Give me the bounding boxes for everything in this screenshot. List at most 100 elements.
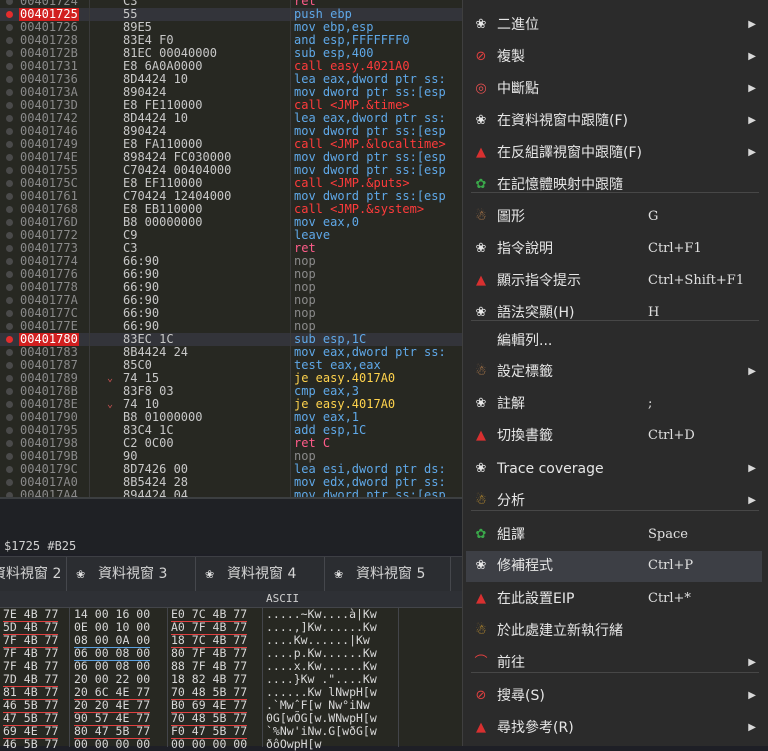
tab-label: 資料視窗 3 xyxy=(98,566,168,582)
menu-item-copy[interactable]: ⊘ 複製 ▶ xyxy=(466,42,762,73)
menu-item-binary[interactable]: ❀ 二進位 ▶ xyxy=(466,10,762,41)
trace-icon: ❀ xyxy=(475,461,487,476)
menu-item-graph[interactable]: ☃ 圖形 G xyxy=(466,202,762,233)
menu-item-instruction-help[interactable]: ❀ 指令說明 Ctrl+F1 xyxy=(466,234,762,265)
breakpoint-toggle[interactable] xyxy=(6,167,13,174)
menu-item-edit-row[interactable]: 編輯列... xyxy=(466,326,762,357)
menu-item-comment[interactable]: ❀ 註解; xyxy=(466,389,762,420)
menu-item-shortcut: Ctrl+* xyxy=(648,591,691,606)
breakpoint-toggle[interactable] xyxy=(6,323,13,330)
dump-icon: ❀ xyxy=(76,568,86,581)
column-divider xyxy=(290,0,291,497)
breakpoint-toggle[interactable] xyxy=(6,232,13,239)
menu-item-references[interactable]: ▲ 尋找參考(R) ▶ xyxy=(466,713,762,744)
dump-row[interactable]: 46 5B 77 00 00 00 00 00 00 00 00 ðôOwpH[w xyxy=(0,738,462,751)
breakpoint-toggle[interactable] xyxy=(6,50,13,57)
submenu-arrow-icon: ▶ xyxy=(748,657,756,668)
breakpoint-toggle[interactable] xyxy=(6,310,13,317)
jump-arrow-icon: ⌄ xyxy=(107,399,114,410)
tab-dump-5[interactable]: ❀ 資料視窗 5 xyxy=(324,557,451,591)
graph-icon: ☃ xyxy=(475,209,487,224)
breakpoint-toggle[interactable] xyxy=(6,349,13,356)
breakpoint-toggle[interactable] xyxy=(6,154,13,161)
disassembly-view[interactable]: 00401724 C3 ret 00401725 55 push ebp 00401726 8… xyxy=(0,0,462,497)
breakpoint-toggle[interactable] xyxy=(6,180,13,187)
breakpoint-toggle[interactable] xyxy=(6,141,13,148)
submenu-arrow-icon: ▶ xyxy=(748,83,756,94)
breakpoint-toggle[interactable] xyxy=(6,401,13,408)
breakpoint-toggle[interactable] xyxy=(6,388,13,395)
menu-item-assemble[interactable]: ✿ 組譯 Space xyxy=(466,520,762,551)
menu-item-label: 中斷點 xyxy=(497,81,539,97)
set-eip-icon: ▲ xyxy=(476,591,486,606)
breakpoint-toggle[interactable] xyxy=(6,76,13,83)
tab-label: 資料視窗 5 xyxy=(356,566,426,582)
disasm-row[interactable]: 004017A4 894424 04 mov dword ptr ss:[esp xyxy=(0,489,462,497)
copy-icon: ⊘ xyxy=(475,49,487,64)
references-icon: ▲ xyxy=(476,720,486,735)
menu-item-memory-map[interactable]: ✿ 在記憶體映射中跟隨 xyxy=(466,170,762,201)
menu-item-search[interactable]: ⊘ 搜尋(S) ▶ xyxy=(466,681,762,712)
menu-item-set-eip[interactable]: ▲ 在此設置EIP Ctrl+* xyxy=(466,584,762,615)
breakpoint-toggle[interactable] xyxy=(6,466,13,473)
breakpoint-toggle[interactable] xyxy=(6,427,13,434)
tab-dump-3[interactable]: ❀ 資料視窗 3 xyxy=(66,557,196,591)
tab-dump-4[interactable]: ❀ 資料視窗 4 xyxy=(195,557,325,591)
breakpoint-toggle[interactable] xyxy=(6,206,13,213)
breakpoint-toggle[interactable] xyxy=(6,89,13,96)
breakpoint-toggle[interactable] xyxy=(6,362,13,369)
breakpoint-toggle[interactable] xyxy=(6,245,13,252)
bookmark-icon: ▲ xyxy=(476,428,486,443)
menu-item-patch[interactable]: ❀ 修補程式 Ctrl+P xyxy=(466,551,762,582)
breakpoint-toggle[interactable] xyxy=(6,479,13,486)
breakpoint-toggle[interactable] xyxy=(6,375,13,382)
menu-item-highlight[interactable]: ❀ 語法突顯(H) H xyxy=(466,298,762,329)
breakpoint-marker[interactable] xyxy=(6,11,13,18)
breakpoint-toggle[interactable] xyxy=(6,297,13,304)
menu-item-label: 組譯 xyxy=(497,527,525,543)
menu-item-follow-disasm[interactable]: ▲ 在反組譯視窗中跟隨(F) ▶ xyxy=(466,138,762,169)
breakpoint-toggle[interactable] xyxy=(6,258,13,265)
breakpoint-toggle[interactable] xyxy=(6,24,13,31)
breakpoint-marker[interactable] xyxy=(6,336,13,343)
breakpoint-toggle[interactable] xyxy=(6,115,13,122)
menu-item-trace[interactable]: ❀ Trace coverage ▶ xyxy=(466,454,762,485)
search-icon: ⊘ xyxy=(475,688,487,703)
tab-dump-2[interactable]: 資料視窗 2 xyxy=(0,557,67,591)
submenu-arrow-icon: ▶ xyxy=(748,463,756,474)
dump-view[interactable]: ASCII 7E 4B 77 14 00 16 00 E0 7C 4B 77....… xyxy=(0,591,462,751)
breakpoint-toggle[interactable] xyxy=(6,37,13,44)
breakpoint-toggle[interactable] xyxy=(6,219,13,226)
menu-item-label: 指令說明 xyxy=(497,241,553,257)
breakpoint-toggle[interactable] xyxy=(6,271,13,278)
menu-item-new-thread[interactable]: ☃ 於此處建立新執行緒 xyxy=(466,616,762,647)
dump-hex-cell: 00 00 00 00 xyxy=(171,737,248,751)
menu-item-label: 在此設置EIP xyxy=(497,591,575,607)
new-thread-icon: ☃ xyxy=(475,623,487,638)
breakpoint-toggle[interactable] xyxy=(6,63,13,70)
address-cell: 004017A4 xyxy=(20,488,78,498)
menu-item-label[interactable]: ☃ 設定標籤 ▶ xyxy=(466,357,762,388)
breakpoint-toggle[interactable] xyxy=(6,284,13,291)
breakpoint-toggle[interactable] xyxy=(6,453,13,460)
breakpoint-toggle[interactable] xyxy=(6,193,13,200)
menu-item-label: 複製 xyxy=(497,49,525,65)
menu-item-label: 顯示指令提示 xyxy=(497,273,581,289)
menu-item-breakpoint[interactable]: ◎ 中斷點 ▶ xyxy=(466,74,762,105)
comment-icon: ❀ xyxy=(475,396,487,411)
menu-item-label: 搜尋(S) xyxy=(497,688,545,704)
menu-item-bookmark[interactable]: ▲ 切換書籤 Ctrl+D xyxy=(466,421,762,452)
highlight-icon: ❀ xyxy=(475,305,487,320)
menu-item-follow-dump[interactable]: ❀ 在資料視窗中跟隨(F) ▶ xyxy=(466,106,762,137)
menu-item-tooltip[interactable]: ▲ 顯示指令提示 Ctrl+Shift+F1 xyxy=(466,266,762,297)
menu-item-analysis[interactable]: ☃ 分析 ▶ xyxy=(466,486,762,517)
breakpoint-toggle[interactable] xyxy=(6,102,13,109)
menu-item-shortcut: Ctrl+F1 xyxy=(648,241,702,256)
breakpoint-toggle[interactable] xyxy=(6,414,13,421)
breakpoint-toggle[interactable] xyxy=(6,0,13,5)
breakpoint-toggle[interactable] xyxy=(6,128,13,135)
submenu-arrow-icon: ▶ xyxy=(748,51,756,62)
menu-item-goto[interactable]: ⌒ 前往 ▶ xyxy=(466,648,762,679)
breakpoint-toggle[interactable] xyxy=(6,440,13,447)
menu-item-label: 設定標籤 xyxy=(497,364,553,380)
